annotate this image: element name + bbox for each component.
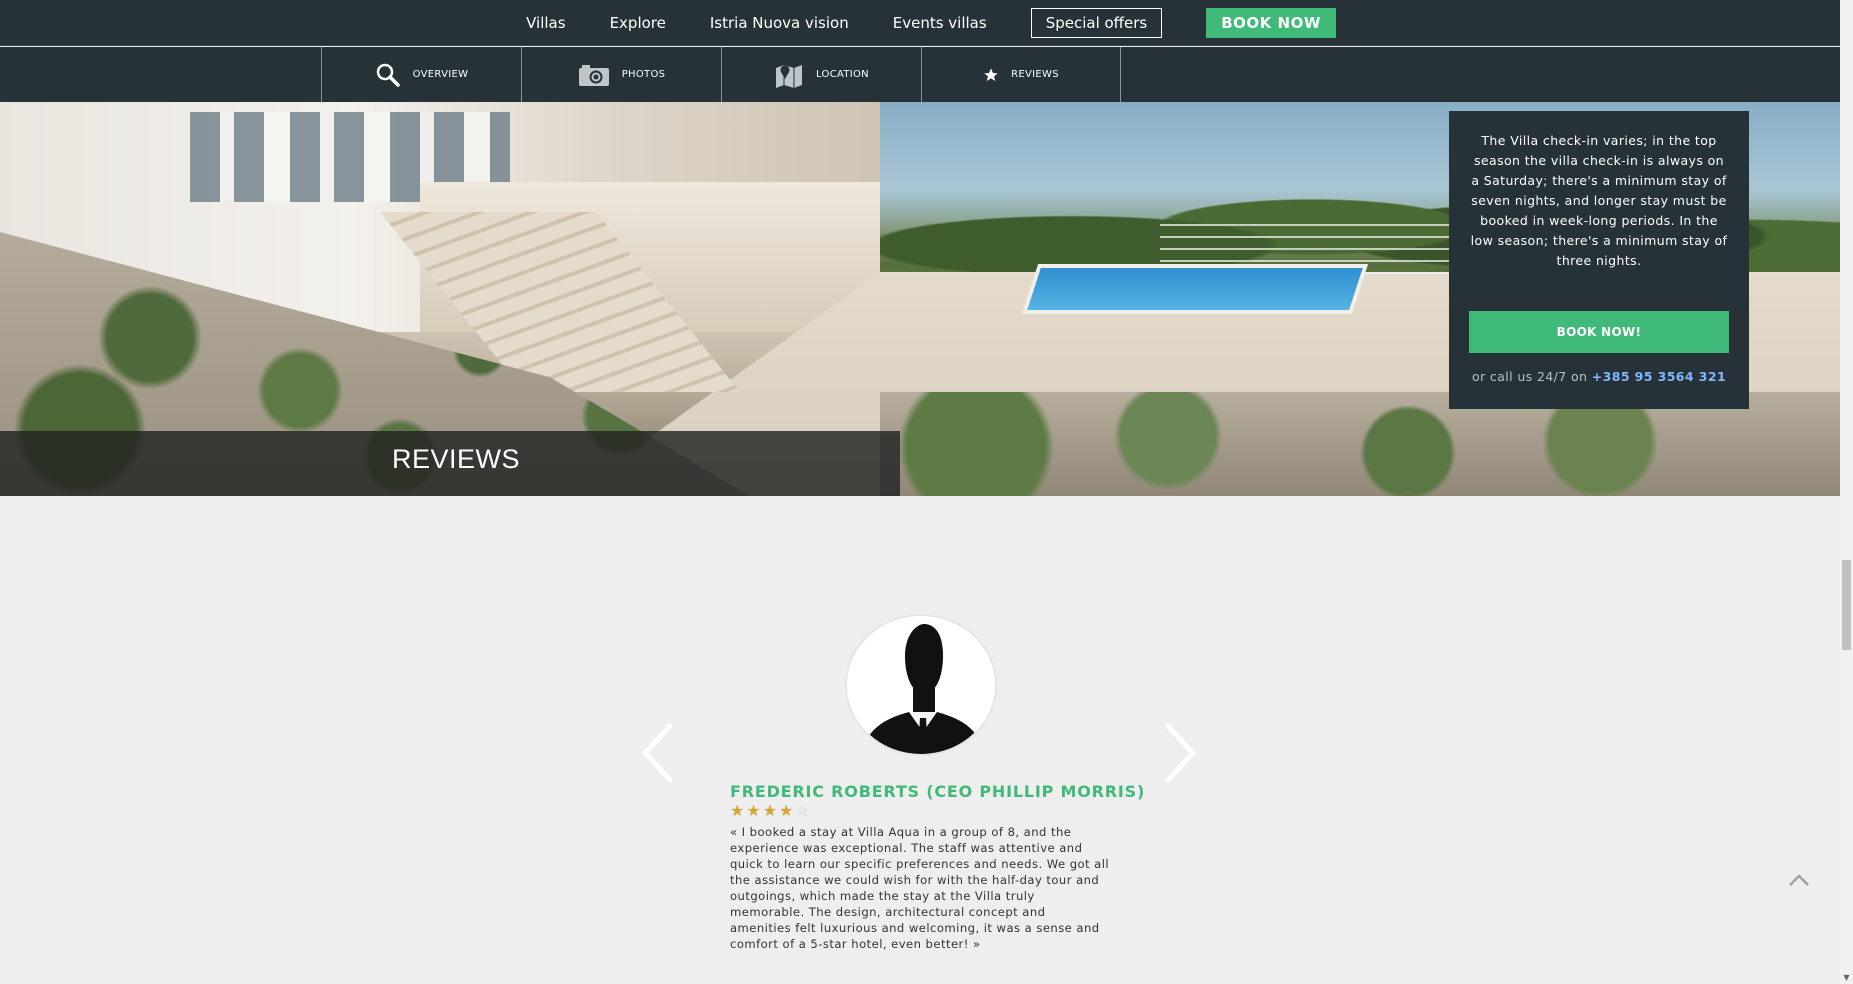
call-us-text: or call us 24/7 on xyxy=(1471,369,1588,384)
tab-location[interactable]: LOCATION xyxy=(721,47,921,102)
tab-overview-label: OVERVIEW xyxy=(412,69,469,80)
star-filled-icon: ★ xyxy=(762,801,780,820)
page-scrollbar[interactable]: ▼ xyxy=(1840,0,1853,984)
star-icon xyxy=(983,67,999,83)
top-nav-links: Villas Explore Istria Nuova vision Event… xyxy=(0,0,1840,46)
special-offers-button[interactable]: Special offers xyxy=(1030,8,1163,38)
check-in-info: The Villa check-in varies; in the top se… xyxy=(1470,133,1728,268)
tab-overview[interactable]: OVERVIEW xyxy=(321,47,521,102)
nav-link-villas[interactable]: Villas xyxy=(526,14,565,32)
reviewer-avatar xyxy=(845,614,997,756)
nav-link-istria-nuova-vision[interactable]: Istria Nuova vision xyxy=(710,14,849,32)
call-us-line: or call us 24/7 on +385 95 3564 321 xyxy=(1449,369,1749,384)
section-title: REVIEWS xyxy=(392,444,521,474)
rating-stars: ★★★★☆ xyxy=(730,801,812,820)
tab-location-label: LOCATION xyxy=(816,69,869,80)
top-navigation: Villas Explore Istria Nuova vision Event… xyxy=(0,0,1840,46)
star-filled-icon: ★ xyxy=(779,801,796,820)
book-now-button[interactable]: BOOK NOW xyxy=(1206,8,1336,38)
nav-link-events-villas[interactable]: Events villas xyxy=(893,14,987,32)
star-empty-icon: ☆ xyxy=(795,801,812,820)
book-now-panel-button[interactable]: BOOK NOW! xyxy=(1469,311,1729,353)
magnifier-icon xyxy=(375,62,401,88)
camera-icon xyxy=(578,63,610,87)
review-text: « I booked a stay at Villa Aqua in a gro… xyxy=(730,825,1110,951)
tab-photos-label: PHOTOS xyxy=(621,69,666,80)
reviewer-name: FREDERIC ROBERTS (CEO PHILLIP MORRIS) xyxy=(730,782,1146,801)
booking-panel: The Villa check-in varies; in the top se… xyxy=(1449,111,1749,409)
back-to-top-button[interactable] xyxy=(1788,872,1810,891)
next-review-arrow[interactable] xyxy=(1164,722,1198,788)
previous-review-arrow[interactable] xyxy=(640,722,674,788)
nav-link-explore[interactable]: Explore xyxy=(610,14,666,32)
scroll-down-arrow-icon[interactable]: ▼ xyxy=(1842,973,1851,982)
tab-reviews-label: REVIEWS xyxy=(1011,69,1059,80)
section-tabs: OVERVIEW PHOTOS LOCATION REVIEWS xyxy=(0,47,1840,102)
star-filled-icon: ★ xyxy=(746,801,763,820)
scrollbar-thumb[interactable] xyxy=(1842,560,1851,650)
star-filled-icon: ★ xyxy=(730,801,747,820)
phone-link[interactable]: +385 95 3564 321 xyxy=(1592,369,1726,384)
tab-reviews[interactable]: REVIEWS xyxy=(921,47,1121,102)
tab-photos[interactable]: PHOTOS xyxy=(521,47,721,102)
map-icon xyxy=(774,62,804,88)
hero-pool xyxy=(1021,264,1369,314)
